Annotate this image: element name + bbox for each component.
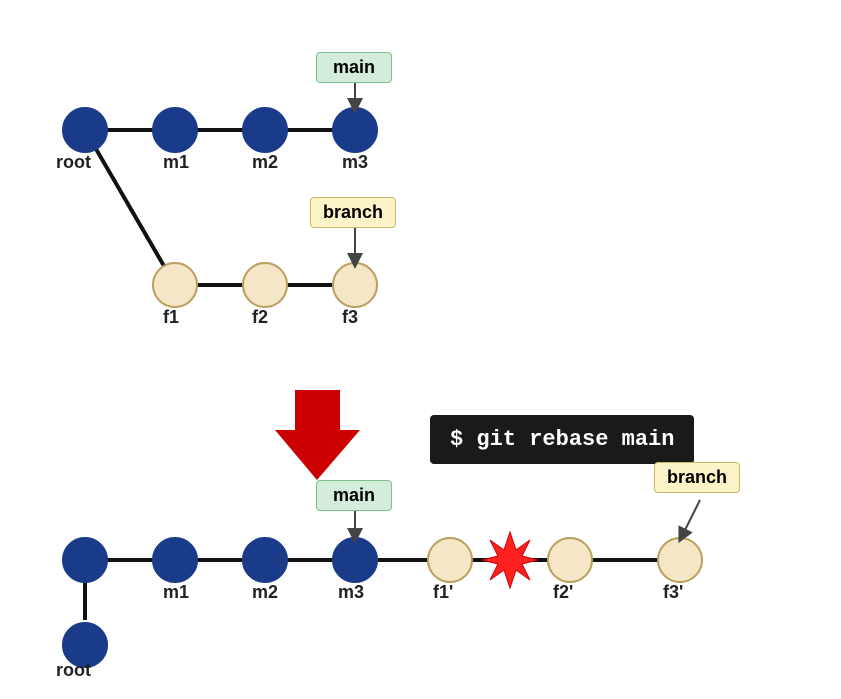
tag-main-bottom: main (316, 480, 392, 511)
label-root-top: root (56, 152, 91, 173)
label-f1p-bottom: f1' (433, 582, 453, 603)
label-m3-bottom: m3 (338, 582, 364, 603)
label-f2-top: f2 (252, 307, 268, 328)
label-f3p-bottom: f3' (663, 582, 683, 603)
label-f1-top: f1 (163, 307, 179, 328)
label-m3-top: m3 (342, 152, 368, 173)
label-m1-top: m1 (163, 152, 189, 173)
tag-branch-top: branch (310, 197, 396, 228)
command-box: $ git rebase main (430, 415, 694, 464)
label-root-bottom: root (56, 660, 91, 681)
tag-branch-bottom: branch (654, 462, 740, 493)
label-f3-top: f3 (342, 307, 358, 328)
label-m2-top: m2 (252, 152, 278, 173)
tag-main-top: main (316, 52, 392, 83)
label-m2-bottom: m2 (252, 582, 278, 603)
label-m1-bottom: m1 (163, 582, 189, 603)
label-f2p-bottom: f2' (553, 582, 573, 603)
diagram-svg (0, 0, 841, 699)
diagram-container: main branch root m1 m2 m3 f1 f2 f3 $ git… (0, 0, 841, 699)
